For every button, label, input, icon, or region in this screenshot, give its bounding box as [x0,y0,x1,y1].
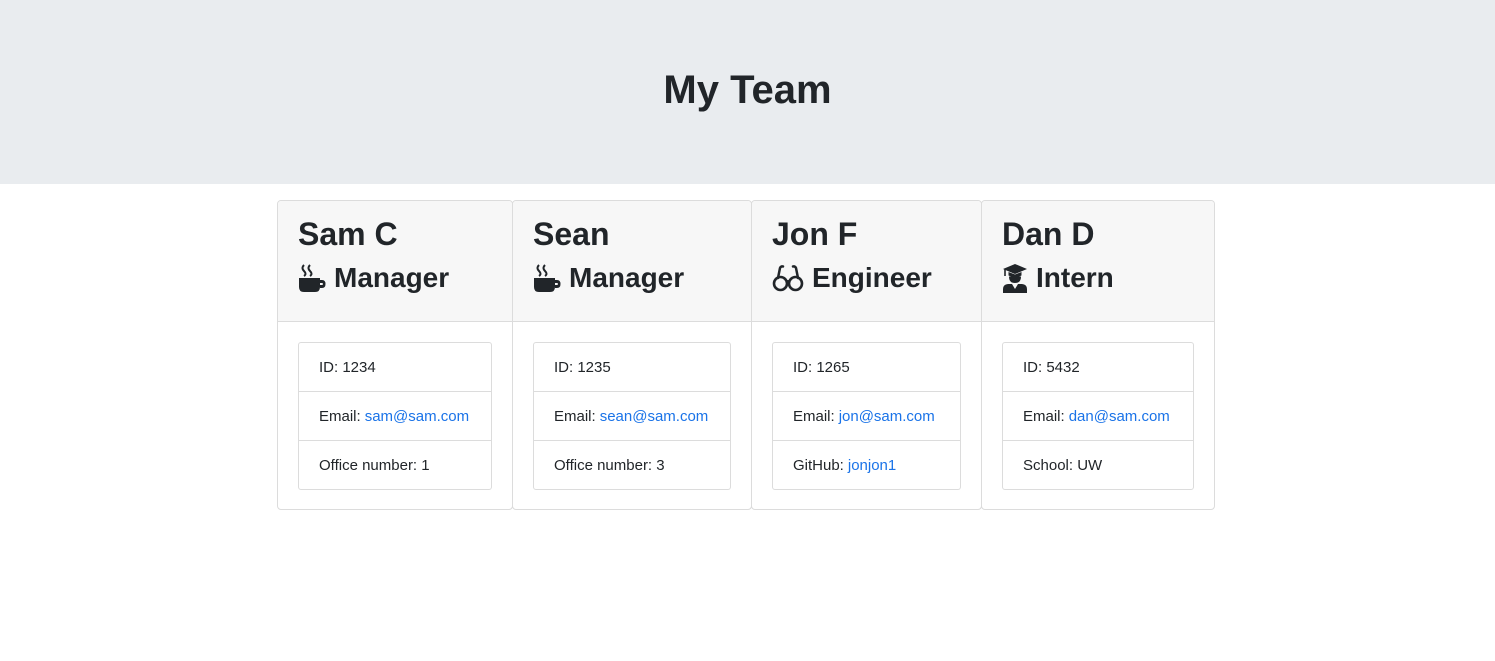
card-body: ID: 1235 Email: sean@sam.com Office numbe… [513,322,751,509]
employee-role: Engineer [772,262,961,294]
details-list: ID: 1234 Email: sam@sam.com Office number… [298,342,492,490]
id-row: ID: 1235 [534,343,730,392]
card-header: Sam C Manager [278,201,512,322]
email-label: Email: [793,407,835,425]
details-list: ID: 1265 Email: jon@sam.com GitHub: jonjon… [772,342,961,490]
office-number-row: Office number: 1 [299,441,491,489]
school-row: School: UW [1003,441,1193,489]
coffee-mug-icon [533,263,561,293]
details-list: ID: 5432 Email: dan@sam.com School: UW [1002,342,1194,490]
github-link[interactable]: jonjon1 [848,457,896,474]
details-list: ID: 1235 Email: sean@sam.com Office numbe… [533,342,731,490]
office-number-value: 1 [421,456,430,474]
team-cards: Sam C Manager ID: 1234 Email: sam@sam.co… [277,200,1215,510]
graduate-icon [1002,263,1028,293]
employee-card: Sean Manager ID: 1235 Email: sean@sam.co… [512,200,752,510]
school-value: UW [1077,456,1103,474]
employee-name: Sam C [298,216,398,252]
github-row: GitHub: jonjon1 [773,441,960,489]
employee-role: Manager [533,262,731,294]
email-link[interactable]: dan@sam.com [1069,408,1170,425]
office-number-label: Office number: [554,456,653,474]
email-link[interactable]: sam@sam.com [365,408,469,425]
email-link[interactable]: jon@sam.com [839,408,935,425]
employee-card: Jon F Engineer ID: 1265 Email: jon@sam.c… [751,200,982,510]
role-label: Engineer [812,262,932,293]
glasses-icon [772,264,804,292]
id-row: ID: 1265 [773,343,960,392]
email-row: Email: sam@sam.com [299,392,491,441]
id-value: 1235 [577,358,611,376]
github-label: GitHub: [793,456,844,474]
role-label: Manager [334,262,450,293]
id-label: ID: [793,358,813,376]
coffee-mug-icon [298,263,326,293]
email-link[interactable]: sean@sam.com [600,408,709,425]
email-row: Email: sean@sam.com [534,392,730,441]
role-label: Manager [569,262,685,293]
id-label: ID: [319,358,339,376]
email-label: Email: [554,407,596,425]
employee-role: Manager [298,262,492,294]
card-header: Dan D Intern [982,201,1214,322]
office-number-label: Office number: [319,456,418,474]
page-header: My Team [0,0,1495,184]
role-label: Intern [1036,262,1114,293]
id-label: ID: [1023,358,1043,376]
office-number-row: Office number: 3 [534,441,730,489]
office-number-value: 3 [656,456,665,474]
id-value: 1234 [342,358,376,376]
email-row: Email: dan@sam.com [1003,392,1193,441]
card-body: ID: 1234 Email: sam@sam.com Office number… [278,322,512,509]
employee-name: Jon F [772,216,858,252]
id-row: ID: 5432 [1003,343,1193,392]
school-label: School: [1023,456,1074,474]
employee-role: Intern [1002,262,1194,294]
card-body: ID: 5432 Email: dan@sam.com School: UW [982,322,1214,509]
email-label: Email: [319,407,361,425]
email-label: Email: [1023,407,1065,425]
id-value: 1265 [816,358,850,376]
employee-card: Sam C Manager ID: 1234 Email: sam@sam.co… [277,200,513,510]
id-row: ID: 1234 [299,343,491,392]
id-value: 5432 [1046,358,1080,376]
id-label: ID: [554,358,574,376]
card-header: Jon F Engineer [752,201,981,322]
page-title: My Team [663,67,832,112]
card-header: Sean Manager [513,201,751,322]
email-row: Email: jon@sam.com [773,392,960,441]
employee-name: Sean [533,216,610,252]
employee-card: Dan D Intern ID: 5432 Email: dan@sam.com… [981,200,1215,510]
card-body: ID: 1265 Email: jon@sam.com GitHub: jonjon… [752,322,981,509]
employee-name: Dan D [1002,216,1095,252]
